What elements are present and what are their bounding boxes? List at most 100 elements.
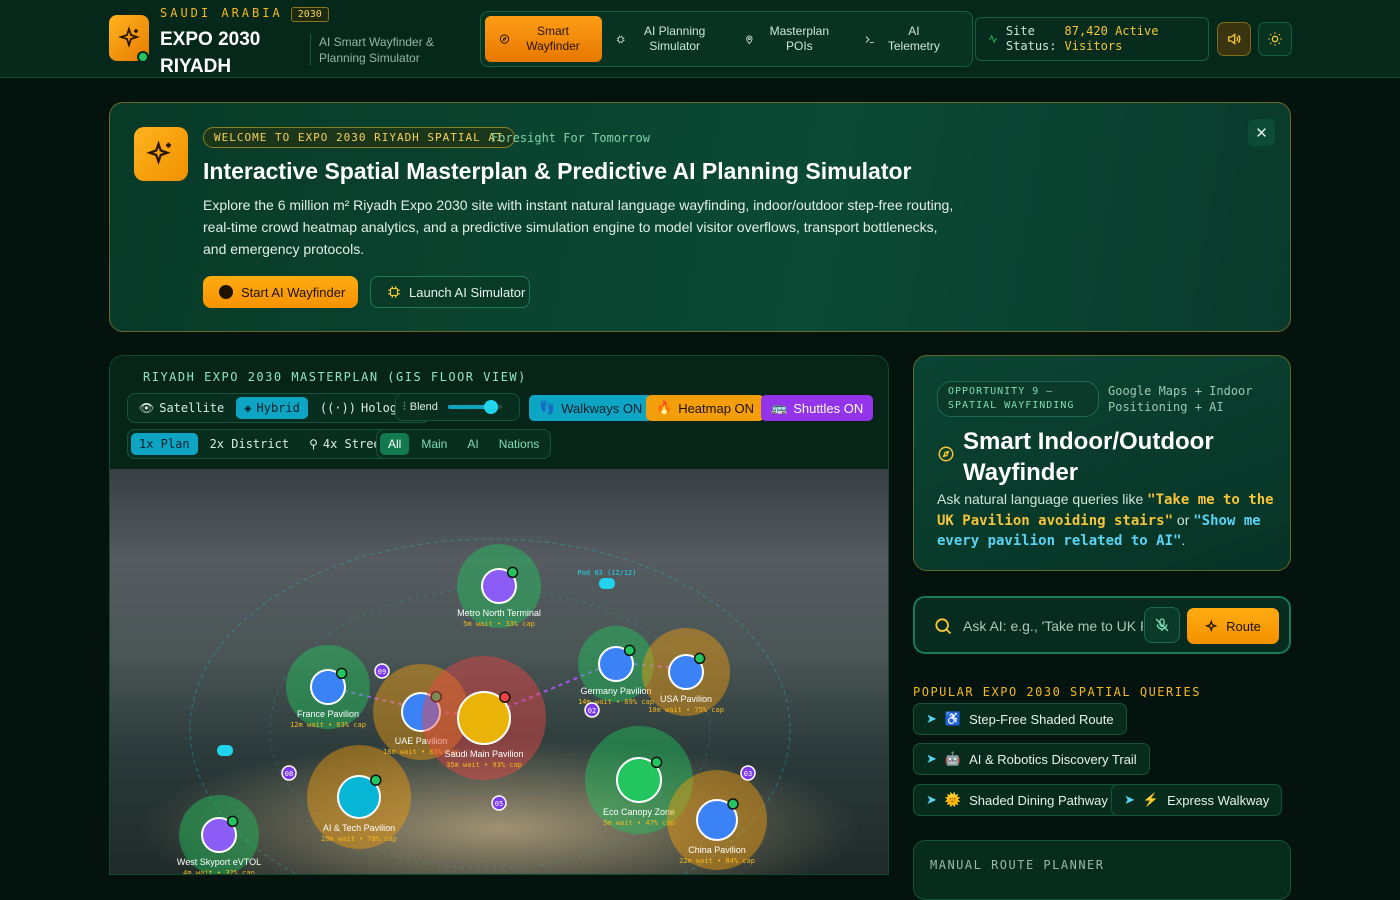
- theme-toggle-button[interactable]: [1258, 22, 1292, 56]
- view-label: Satellite: [159, 401, 225, 415]
- pavilion-stats: 35m wait • 93% cap: [446, 761, 522, 769]
- filter-label: Main: [421, 437, 448, 451]
- popular-queries-title: POPULAR EXPO 2030 SPATIAL QUERIES: [913, 685, 1201, 699]
- pavilion-name: Metro North Terminal: [457, 608, 541, 618]
- status-dot: [623, 644, 636, 657]
- node-label: 02: [588, 707, 596, 715]
- shuttle-node[interactable]: 08: [281, 765, 297, 781]
- nav-ai-planning-simulator[interactable]: AI Planning Simulator: [602, 16, 730, 62]
- hero-title: Interactive Spatial Masterplan & Predict…: [203, 158, 912, 184]
- shuttle-node[interactable]: 05: [491, 795, 507, 811]
- pavilion-name: West Skyport eVTOL: [177, 857, 261, 867]
- start-ai-wayfinder-button[interactable]: Start AI Wayfinder: [203, 276, 358, 308]
- brand-title: EXPO 2030 RIYADH: [160, 29, 261, 77]
- masterplan-panel: RIYADH EXPO 2030 MASTERPLAN (GIS FLOOR V…: [109, 355, 889, 875]
- compass-icon: [499, 34, 510, 44]
- cpu-icon: [388, 286, 400, 298]
- mic-off-icon: [1155, 618, 1169, 632]
- manual-planner-title: MANUAL ROUTE PLANNER: [930, 858, 1105, 872]
- pavilion-marker[interactable]: France Pavilion 12m wait • 63% cap: [286, 645, 370, 729]
- launch-ai-simulator-button[interactable]: Launch AI Simulator: [370, 276, 530, 308]
- shuttle-node[interactable]: 03: [740, 765, 756, 781]
- sound-toggle-button[interactable]: [1217, 22, 1251, 56]
- nav-smart-wayfinder[interactable]: Smart Wayfinder: [485, 16, 602, 62]
- blend-handle[interactable]: [484, 400, 499, 414]
- hero-tagline: Foresight For Tomorrow: [491, 131, 650, 145]
- query-ai-robotics-trail[interactable]: ➤ 🤖 AI & Robotics Discovery Trail: [913, 743, 1150, 775]
- pavilion-stats: 28m wait • 78% cap: [321, 835, 397, 843]
- pavilion-stats: 12m wait • 63% cap: [290, 721, 366, 729]
- pod-marker[interactable]: Pod 03 (12/12): [577, 569, 637, 589]
- blend-slider[interactable]: [447, 400, 502, 414]
- node-label: 09: [378, 668, 386, 676]
- navigation-icon: ➤: [926, 711, 937, 726]
- filter-label: Nations: [498, 437, 540, 451]
- node-label: 05: [495, 800, 503, 808]
- pavilion-marker[interactable]: Saudi Main Pavilion 35m wait • 93% cap: [422, 656, 546, 780]
- query-label: Express Walkway: [1167, 792, 1270, 808]
- blend-control: ⫶ Blend: [395, 393, 520, 421]
- footprints-icon: 👣: [539, 400, 556, 415]
- route-button[interactable]: Route: [1187, 608, 1279, 644]
- pavilion-name: Saudi Main Pavilion: [444, 749, 523, 759]
- filter-main[interactable]: Main: [413, 433, 455, 455]
- zoom-2x-district[interactable]: 2x District: [202, 433, 297, 455]
- main-nav: Smart Wayfinder AI Planning Simulator Ma…: [480, 11, 973, 67]
- close-icon: ✕: [1255, 124, 1268, 142]
- zoom-1x-plan[interactable]: 1x Plan: [131, 433, 198, 455]
- map-canvas[interactable]: Metro North Terminal 5m wait • 33% cap Ger…: [110, 469, 889, 875]
- shuttles-toggle[interactable]: 🚌 Shuttles ON: [761, 395, 874, 421]
- close-banner-button[interactable]: ✕: [1248, 119, 1275, 146]
- masterplan-title: RIYADH EXPO 2030 MASTERPLAN (GIS FLOOR V…: [143, 370, 527, 384]
- button-label: Start AI Wayfinder: [241, 284, 346, 300]
- zoom-label: 1x Plan: [139, 437, 190, 451]
- query-step-free-route[interactable]: ➤ ♿ Step-Free Shaded Route: [913, 703, 1127, 735]
- pavilion-marker[interactable]: Metro North Terminal 5m wait • 33% cap: [457, 544, 541, 628]
- pod-icon: [599, 578, 615, 589]
- navigation-icon: ➤: [1124, 792, 1135, 807]
- toggle-label: Shuttles ON: [793, 400, 864, 416]
- pavilion-name: China Pavilion: [688, 845, 746, 855]
- shuttle-node[interactable]: 02: [584, 702, 600, 718]
- pavilion-stats: 22m wait • 84% cap: [679, 857, 755, 865]
- status-value: 87,420 Active Visitors: [1064, 24, 1159, 53]
- query-label: AI & Robotics Discovery Trail: [969, 751, 1137, 767]
- shuttle-node[interactable]: 09: [374, 663, 390, 679]
- voice-input-button[interactable]: [1144, 607, 1180, 643]
- pavilion-stats: 10m wait • 75% cap: [648, 706, 724, 714]
- activity-icon: [988, 34, 998, 44]
- eye-icon: 👁: [139, 401, 155, 415]
- nav-label: Smart Wayfinder: [526, 24, 580, 53]
- brand-country: SAUDI ARABIA 2030: [160, 6, 329, 22]
- query-label: Shaded Dining Pathway: [969, 792, 1108, 808]
- nav-ai-telemetry[interactable]: AI Telemetry: [850, 16, 958, 62]
- welcome-pill: WELCOME TO EXPO 2030 RIYADH SPATIAL AI: [203, 127, 515, 148]
- pavilion-marker[interactable]: China Pavilion 22m wait • 84% cap: [667, 770, 767, 870]
- walkways-toggle[interactable]: 👣 Walkways ON: [529, 395, 653, 421]
- filter-nations[interactable]: Nations: [491, 433, 548, 455]
- nav-masterplan-pois[interactable]: Masterplan POIs: [730, 16, 850, 62]
- pavilion-name: Eco Canopy Zone: [603, 807, 675, 817]
- heatmap-toggle[interactable]: 🔥 Heatmap ON: [646, 395, 765, 421]
- blend-label: Blend: [409, 401, 438, 413]
- hero-description: Explore the 6 million m² Riyadh Expo 203…: [203, 197, 954, 257]
- radio-icon: ((·)): [319, 401, 356, 415]
- pavilion-stats: 4m wait • 32% cap: [183, 869, 255, 875]
- ai-search-input[interactable]: [963, 614, 1143, 638]
- query-shaded-dining[interactable]: ➤ 🌞 Shaded Dining Pathway: [913, 784, 1121, 816]
- nav-label: AI Telemetry: [887, 24, 940, 53]
- view-hybrid[interactable]: ◈ Hybrid: [236, 397, 308, 419]
- query-emoji: 🌞: [944, 792, 962, 807]
- masterplan-map[interactable]: Metro North Terminal 5m wait • 33% cap Ger…: [110, 469, 889, 875]
- zoom-level-switch: 1x Plan 2x District ⚲ 4x Street: [127, 429, 400, 459]
- query-express-walkway[interactable]: ➤ ⚡ Express Walkway: [1111, 784, 1283, 816]
- sun-icon: [1268, 32, 1282, 46]
- status-dot: [650, 756, 663, 769]
- filter-all[interactable]: All: [380, 433, 410, 455]
- pavilion-marker[interactable]: USA Pavilion 10m wait • 75% cap: [642, 628, 730, 716]
- filter-ai[interactable]: AI: [459, 433, 486, 455]
- status-dot: [499, 691, 511, 703]
- pavilion-marker[interactable]: AI & Tech Pavilion 28m wait • 78% cap: [307, 745, 411, 849]
- view-satellite[interactable]: 👁 Satellite: [131, 397, 232, 419]
- pod-icon[interactable]: [217, 745, 233, 756]
